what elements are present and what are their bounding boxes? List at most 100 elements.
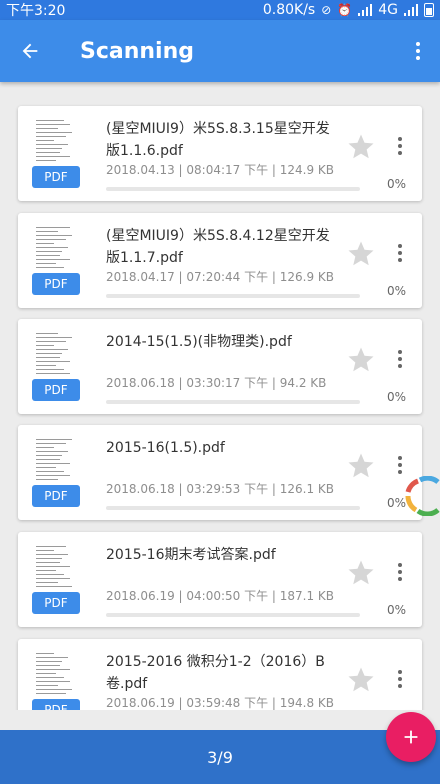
- thumbnail-text-line: [36, 665, 60, 666]
- file-card[interactable]: PDF 2014-15(1.5)(非物理类).pdf 2018.06.18 | 03…: [18, 319, 422, 414]
- page-indicator: 3/9: [207, 747, 233, 767]
- thumbnail-text-line: [36, 479, 58, 480]
- progress-bar: [106, 187, 360, 191]
- thumbnail-text-line: [36, 558, 62, 559]
- thumbnail-text-line: [36, 160, 56, 161]
- document-thumbnail: PDF: [28, 114, 86, 192]
- thumbnail-text-line: [36, 231, 58, 232]
- overflow-menu-button[interactable]: [396, 20, 440, 82]
- thumbnail-text-line: [36, 463, 70, 464]
- file-name: 2014-15(1.5)(非物理类).pdf: [106, 334, 292, 350]
- file-more-button[interactable]: [390, 667, 410, 691]
- file-card[interactable]: PDF (星空MIUI9）米5S.8.3.15星空开发版1.1.6.pdf 2018…: [18, 106, 422, 201]
- app-bar: Scanning: [0, 20, 440, 82]
- more-vert-icon: [416, 42, 420, 60]
- thumbnail-text-line: [36, 120, 64, 121]
- thumbnail-text-line: [36, 451, 68, 452]
- file-meta: 2018.06.19 | 03:59:48 下午 | 194.8 KB: [106, 696, 335, 710]
- file-name: 2015-16期末考试答案.pdf: [106, 547, 276, 563]
- thumbnail-text-line: [36, 570, 56, 571]
- add-icon: [404, 730, 418, 744]
- thumbnail-text-line: [36, 333, 58, 334]
- network-speed: 0.80K/s: [262, 2, 316, 18]
- more-vert-icon: [398, 563, 402, 581]
- file-name: (星空MIUI9）米5S.8.4.12星空开发版1.1.7.pdf: [106, 228, 330, 266]
- star-icon[interactable]: [346, 665, 376, 695]
- file-more-button[interactable]: [390, 134, 410, 158]
- thumbnail-text-line: [36, 447, 54, 448]
- file-card[interactable]: PDF 2015-2016 微积分1-2（2016）B卷.pdf 2018.06.1…: [18, 639, 422, 710]
- star-icon[interactable]: [346, 132, 376, 162]
- thumbnail-text-line: [36, 546, 66, 547]
- thumbnail-text-line: [36, 685, 58, 686]
- thumbnail-text-line: [36, 337, 72, 338]
- file-more-button[interactable]: [390, 347, 410, 371]
- pagination-bar: 3/9: [0, 730, 440, 784]
- thumbnail-text-line: [36, 467, 56, 468]
- file-list: PDF (星空MIUI9）米5S.8.3.15星空开发版1.1.6.pdf 2018…: [0, 82, 440, 710]
- thumbnail-text-line: [36, 156, 70, 157]
- star-icon[interactable]: [346, 451, 376, 481]
- thumbnail-text-line: [36, 140, 54, 141]
- pdf-badge: PDF: [32, 166, 80, 188]
- thumbnail-text-line: [36, 653, 54, 654]
- thumbnail-text-line: [36, 239, 66, 240]
- file-meta: 2018.06.18 | 03:29:53 下午 | 126.1 KB: [106, 482, 335, 496]
- thumbnail-text-line: [36, 693, 66, 694]
- thumbnail-text-line: [36, 562, 60, 563]
- thumbnail-text-line: [36, 361, 70, 362]
- thumbnail-text-line: [36, 128, 58, 129]
- thumbnail-text-line: [36, 124, 70, 125]
- star-icon[interactable]: [346, 239, 376, 269]
- more-vert-icon: [398, 670, 402, 688]
- file-name: (星空MIUI9）米5S.8.3.15星空开发版1.1.6.pdf: [106, 121, 330, 159]
- file-name: 2015-16(1.5).pdf: [106, 440, 225, 456]
- file-meta: 2018.04.17 | 07:20:44 下午 | 126.9 KB: [106, 270, 335, 284]
- progress-bar: [106, 294, 360, 298]
- star-icon[interactable]: [346, 345, 376, 375]
- signal-icon: [358, 4, 373, 16]
- signal-icon-2: [404, 4, 418, 16]
- progress-bar: [106, 613, 360, 617]
- thumbnail-text-line: [36, 132, 72, 133]
- thumbnail-text-line: [36, 341, 66, 342]
- document-thumbnail: PDF: [28, 647, 86, 710]
- thumbnail-text-line: [36, 152, 60, 153]
- file-more-button[interactable]: [390, 453, 410, 477]
- thumbnail-text-line: [36, 259, 70, 260]
- add-button[interactable]: [386, 712, 436, 762]
- thumbnail-text-line: [36, 263, 56, 264]
- loading-spinner-icon: [405, 476, 440, 516]
- more-vert-icon: [398, 244, 402, 262]
- thumbnail-text-line: [36, 582, 58, 583]
- file-card[interactable]: PDF 2015-16(1.5).pdf 2018.06.18 | 03:29:53…: [18, 425, 422, 520]
- thumbnail-text-line: [36, 677, 64, 678]
- file-more-button[interactable]: [390, 560, 410, 584]
- thumbnail-text-line: [36, 657, 68, 658]
- pdf-badge: PDF: [32, 699, 80, 710]
- star-icon[interactable]: [346, 558, 376, 588]
- file-meta: 2018.06.19 | 04:00:50 下午 | 187.1 KB: [106, 589, 335, 603]
- back-arrow-icon: [22, 43, 38, 59]
- sync-off-icon: ⊘: [321, 3, 332, 17]
- more-vert-icon: [398, 350, 402, 368]
- file-name: 2015-2016 微积分1-2（2016）B卷.pdf: [106, 654, 325, 692]
- thumbnail-text-line: [36, 669, 70, 670]
- status-bar: 下午3:20 0.80K/s ⊘ ⏰ 4G: [0, 0, 440, 20]
- thumbnail-text-line: [36, 144, 68, 145]
- pdf-badge: PDF: [32, 273, 80, 295]
- progress-percent: 0%: [386, 390, 406, 404]
- document-thumbnail: PDF: [28, 540, 86, 618]
- battery-icon: [424, 3, 434, 17]
- file-more-button[interactable]: [390, 241, 410, 265]
- progress-bar: [106, 400, 360, 404]
- thumbnail-text-line: [36, 554, 68, 555]
- network-type: 4G: [378, 2, 398, 18]
- thumbnail-text-line: [36, 243, 54, 244]
- thumbnail-text-line: [36, 673, 56, 674]
- file-card[interactable]: PDF 2015-16期末考试答案.pdf 2018.06.19 | 04:00:5…: [18, 532, 422, 627]
- back-button[interactable]: [0, 20, 60, 82]
- file-card[interactable]: PDF (星空MIUI9）米5S.8.4.12星空开发版1.1.7.pdf 2018…: [18, 213, 422, 308]
- thumbnail-text-line: [36, 443, 66, 444]
- thumbnail-text-line: [36, 227, 70, 228]
